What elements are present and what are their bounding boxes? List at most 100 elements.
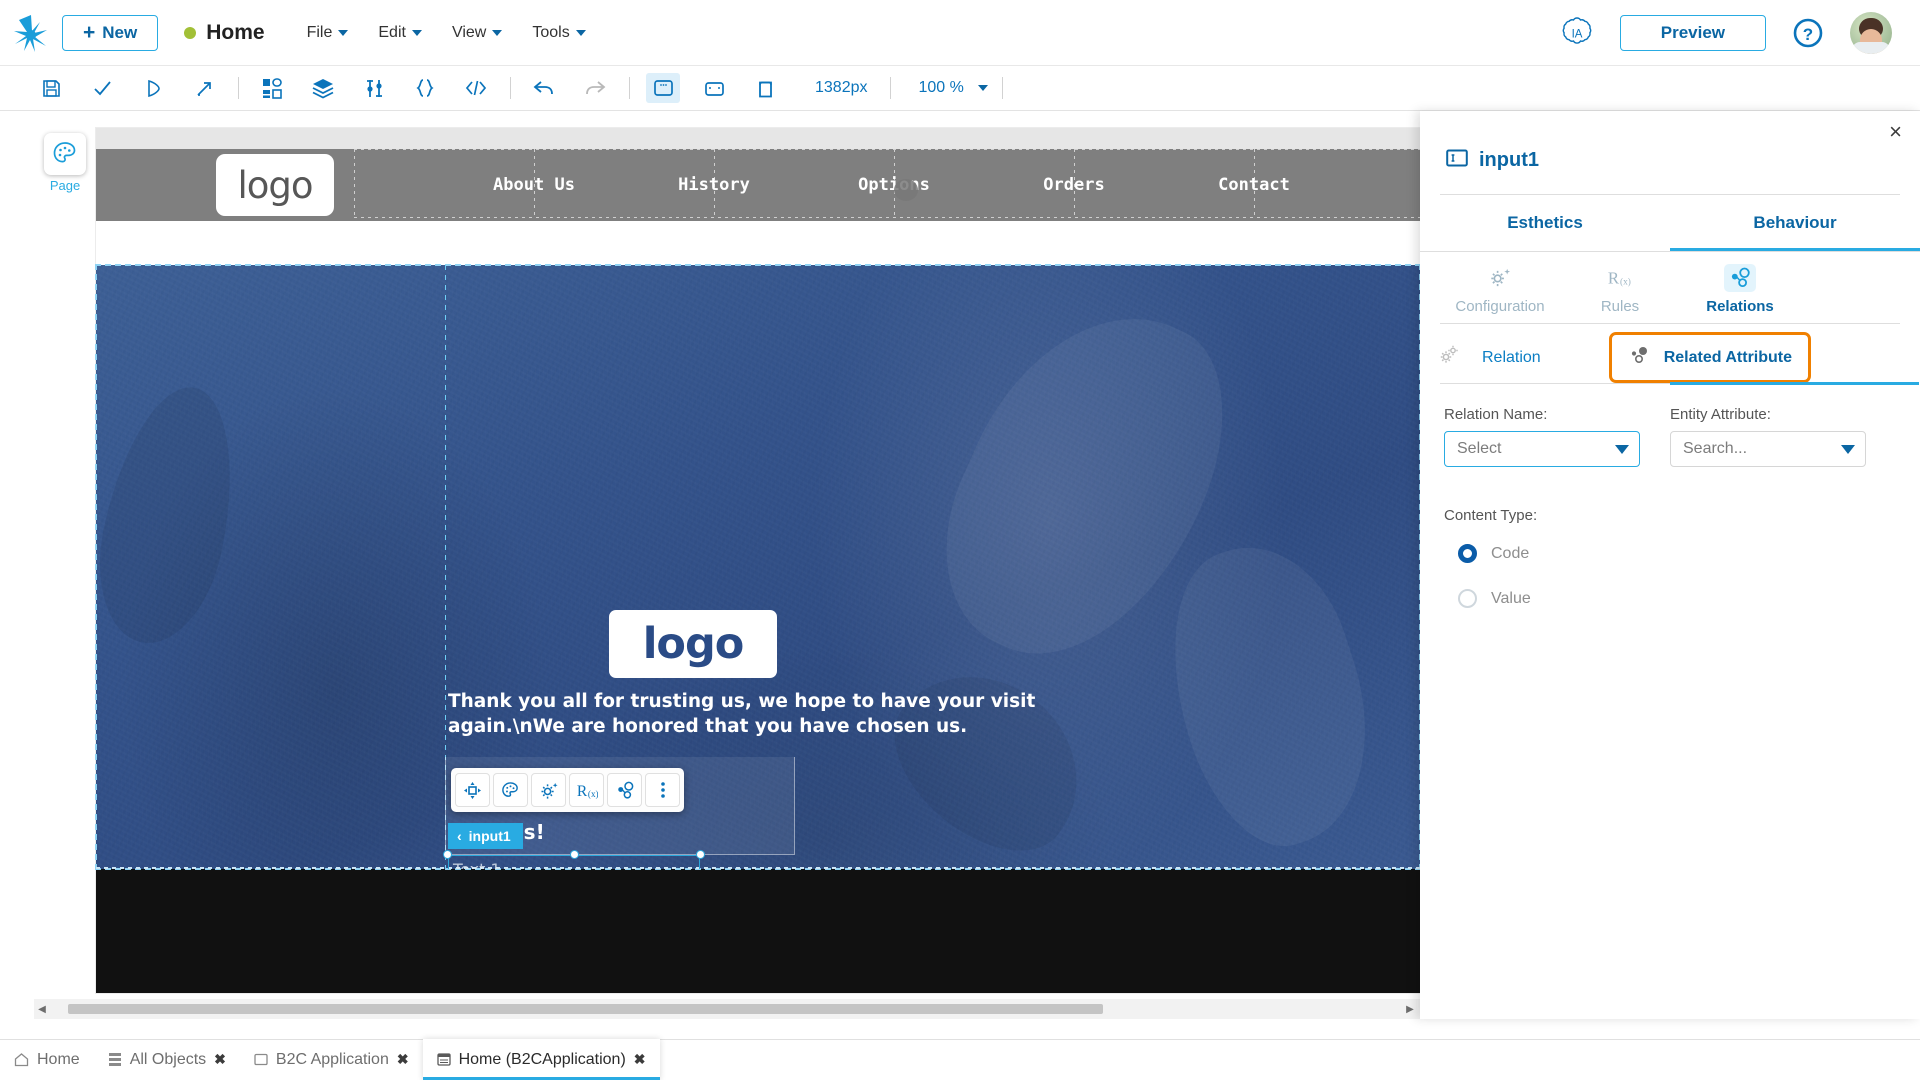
element-name-tag[interactable]: ‹ input1 <box>448 823 523 849</box>
code-icon[interactable] <box>459 73 493 103</box>
bottom-tab-home[interactable]: Home <box>0 1039 94 1080</box>
new-button[interactable]: + New <box>62 14 159 51</box>
site-nav-link-history[interactable]: History <box>624 175 804 195</box>
related-attribute-form: Relation Name: Select Entity Attribute: … <box>1420 384 1920 608</box>
ia-badge-icon[interactable]: IA <box>1560 16 1594 50</box>
site-nav-link-contact[interactable]: Contact <box>1164 175 1344 195</box>
sub-tab-configuration[interactable]: Configuration <box>1440 264 1560 323</box>
resize-handle-ne[interactable] <box>696 850 705 859</box>
site-logo[interactable]: logo <box>216 154 334 216</box>
sub-tab-rules[interactable]: R (x) Rules <box>1560 264 1680 323</box>
entity-attribute-select[interactable]: Search... <box>1670 431 1866 467</box>
menu-edit[interactable]: Edit <box>378 24 422 42</box>
brand-logo-icon[interactable] <box>0 13 62 53</box>
bottom-tab-b2c-application[interactable]: B2C Application ✖ <box>240 1039 423 1080</box>
more-icon[interactable] <box>645 773 680 807</box>
menu-view-label: View <box>451 23 487 41</box>
site-nav-link-orders[interactable]: Orders <box>984 175 1164 195</box>
close-icon[interactable]: ✖ <box>214 1051 226 1068</box>
check-icon[interactable] <box>85 73 119 103</box>
scroll-right-icon[interactable]: ▶ <box>1402 1004 1418 1015</box>
field-entity-attribute: Entity Attribute: Search... <box>1670 406 1866 467</box>
radio-value-input[interactable] <box>1458 589 1477 608</box>
resize-handle-n[interactable] <box>570 850 579 859</box>
tab-esthetics[interactable]: Esthetics <box>1420 195 1670 251</box>
tab-behaviour[interactable]: Behaviour <box>1670 195 1920 251</box>
sub-tab-rules-label: Rules <box>1600 298 1640 315</box>
site-nav-link-options[interactable]: Options <box>804 175 984 201</box>
chevron-down-icon <box>411 29 422 36</box>
sub2-tab-relation-label: Relation <box>1482 348 1541 366</box>
help-icon[interactable]: ? <box>1792 17 1824 49</box>
left-rail <box>0 111 34 1019</box>
svg-text:IA: IA <box>1571 28 1582 40</box>
radio-option-value[interactable]: Value <box>1444 589 1896 608</box>
radio-code-label: Code <box>1491 544 1530 562</box>
chevron-down-icon <box>575 29 586 36</box>
hero-paragraph[interactable]: Thank you all for trusting us, we hope t… <box>448 690 1048 740</box>
hero-logo[interactable]: logo <box>609 610 777 678</box>
nav-guide-bottom <box>354 217 1420 218</box>
element-floating-toolbar: R (x) <box>451 768 684 812</box>
svg-text:(x): (x) <box>587 788 597 798</box>
run-icon[interactable] <box>136 73 170 103</box>
selected-text-label: Text 1 <box>453 860 501 869</box>
chevron-down-icon <box>338 29 349 36</box>
bottom-tab-home-b2capplication[interactable]: Home (B2CApplication) ✖ <box>422 1039 660 1080</box>
app-window-icon <box>254 1052 268 1067</box>
mobile-icon[interactable] <box>748 73 782 103</box>
radio-option-code[interactable]: Code <box>1444 544 1896 563</box>
menu-view[interactable]: View <box>451 23 503 42</box>
page-status: Home <box>184 20 265 45</box>
radio-code-input[interactable] <box>1458 544 1477 563</box>
bottom-tab-all-objects[interactable]: All Objects ✖ <box>94 1039 240 1080</box>
sidebar-item-page[interactable]: Page <box>34 133 96 193</box>
chevron-down-icon <box>1841 444 1855 454</box>
preview-button[interactable]: Preview <box>1619 14 1766 51</box>
relations-icon[interactable] <box>607 773 642 807</box>
site-nav-links: About Us History Options Orders Contact <box>444 175 1344 201</box>
close-icon[interactable]: × <box>1889 121 1902 143</box>
site-nav-link-about-us[interactable]: About Us <box>444 175 624 195</box>
sub-tab-relations[interactable]: Relations <box>1680 264 1800 323</box>
configuration-icon[interactable] <box>531 773 566 807</box>
layers-icon[interactable] <box>306 73 340 103</box>
hscroll-thumb[interactable] <box>68 1004 1103 1014</box>
save-icon[interactable] <box>34 73 68 103</box>
flow-icon[interactable] <box>357 73 391 103</box>
hero-leaf-decoration <box>865 638 1115 869</box>
tablet-icon[interactable] <box>697 73 731 103</box>
sub2-tab-related-attribute[interactable]: Related Attribute <box>1608 332 1812 383</box>
scroll-left-icon[interactable]: ◀ <box>34 1004 50 1015</box>
components-icon[interactable] <box>255 73 289 103</box>
resize-handle-nw[interactable] <box>443 850 452 859</box>
active-tab-indicator <box>1670 382 1919 385</box>
canvas-width-label[interactable]: 1382px <box>815 79 868 97</box>
braces-icon[interactable] <box>408 73 442 103</box>
selection-group: Text 1 <box>443 850 705 869</box>
field-relation-name: Relation Name: Select <box>1444 406 1640 467</box>
sub2-tab-relation[interactable]: Relation <box>1466 339 1557 377</box>
palette-icon[interactable] <box>493 773 528 807</box>
zoom-selector[interactable]: 100 % <box>913 79 988 97</box>
relation-name-select[interactable]: Select <box>1444 431 1640 467</box>
publish-icon[interactable] <box>187 73 221 103</box>
panel-element-name: input1 <box>1479 149 1539 171</box>
page-title: Home <box>206 20 265 44</box>
bottom-tab-home-b2capplication-label: Home (B2CApplication) <box>458 1050 626 1068</box>
avatar[interactable] <box>1850 11 1892 54</box>
close-icon[interactable]: ✖ <box>634 1051 646 1068</box>
redo-icon[interactable] <box>578 73 612 103</box>
desktop-icon[interactable] <box>646 73 680 103</box>
hero-section[interactable]: logo Thank you all for trusting us, we h… <box>95 264 1421 870</box>
hscroll-track[interactable] <box>50 1003 1402 1015</box>
close-icon[interactable]: ✖ <box>397 1051 409 1068</box>
move-icon[interactable] <box>455 773 490 807</box>
undo-icon[interactable] <box>527 73 561 103</box>
menu-bar: File Edit View Tools <box>307 24 586 42</box>
menu-tools[interactable]: Tools <box>532 24 586 42</box>
rules-icon[interactable]: R (x) <box>569 773 604 807</box>
toolbar-divider <box>889 77 891 99</box>
panel-header: input1 <box>1420 111 1920 174</box>
menu-file[interactable]: File <box>307 24 349 42</box>
